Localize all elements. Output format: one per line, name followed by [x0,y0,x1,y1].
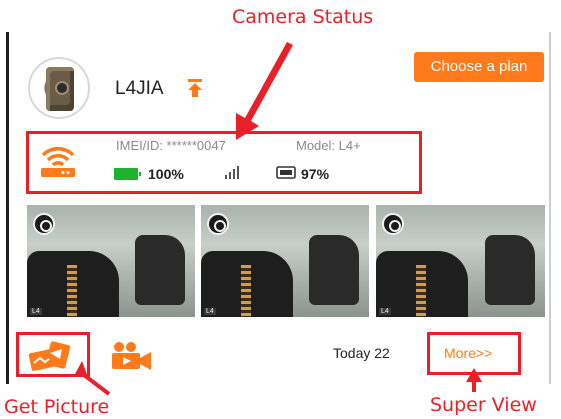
photo-tag: L4 [30,308,42,315]
battery-icon [114,168,141,180]
photo-tag: L4 [379,308,391,315]
more-link[interactable]: More>> [444,345,492,361]
camera-name: L4JIA [115,78,164,99]
video-camera-icon[interactable] [109,341,153,371]
imei-text: IMEI/ID: ******0047 [116,138,226,153]
get-picture-icon[interactable] [26,339,76,373]
view-icon[interactable] [382,213,404,235]
wifi-router-icon [41,147,75,177]
camera-status-annotation: Camera Status [232,6,374,28]
storage-level: 97% [301,166,330,182]
photo-tag: L4 [204,308,216,315]
signal-icon [225,166,239,179]
battery-level: 100% [148,166,184,182]
super-view-annotation: Super View [430,394,537,416]
choose-plan-button[interactable]: Choose a plan [414,52,544,82]
camera-avatar[interactable] [28,57,90,119]
view-icon[interactable] [207,213,229,235]
pin-icon[interactable] [186,78,204,98]
photo-thumbnail[interactable]: L4 [201,205,369,317]
photo-thumbnail[interactable]: L4 [27,205,195,317]
sd-card-icon [276,166,296,179]
model-text: Model: L4+ [296,138,361,153]
today-count: Today 22 [333,345,390,361]
photo-thumbnail[interactable]: L4 [376,205,545,317]
view-icon[interactable] [33,213,55,235]
get-picture-annotation: Get Picture [4,396,110,418]
